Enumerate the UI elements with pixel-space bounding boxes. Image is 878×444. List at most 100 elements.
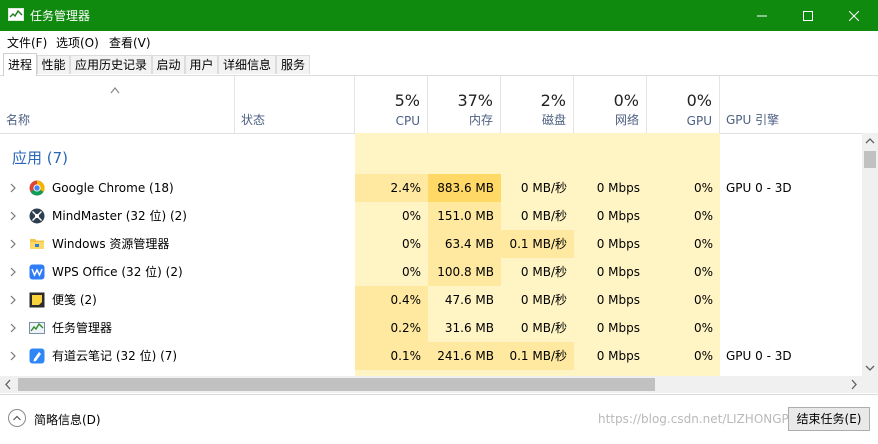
end-task-button[interactable]: 结束任务(E) — [788, 407, 870, 431]
table-row[interactable]: WPS Office (32 位) (2) 0% 100.8 MB 0 MB/秒… — [0, 258, 862, 286]
header-gpu-engine-label: GPU 引擎 — [726, 113, 780, 127]
header-gpu[interactable]: 0% GPU — [647, 76, 720, 133]
close-icon — [849, 10, 859, 21]
gpu-total: 0% — [686, 91, 712, 110]
memory-cell: 63.4 MB — [428, 230, 501, 258]
network-cell: 0 Mbps — [574, 286, 647, 314]
table-row[interactable]: Windows 资源管理器 0% 63.4 MB 0.1 MB/秒 0 Mbps… — [0, 230, 862, 258]
group-title-apps: 应用 (7) — [12, 149, 69, 167]
memory-cell: 100.8 MB — [428, 258, 501, 286]
close-button[interactable] — [831, 0, 877, 31]
chevron-up-icon — [8, 409, 26, 427]
gpu-cell: 0% — [647, 314, 720, 342]
sticky-notes-icon — [29, 292, 45, 308]
app-name: 便笺 (2) — [52, 293, 97, 307]
scrollbar-corner — [862, 376, 878, 393]
tab-startup[interactable]: 启动 — [152, 55, 185, 74]
header-network-label: 网络 — [614, 113, 639, 127]
menu-file[interactable]: 文件(F) — [7, 34, 47, 51]
gpu-cell: 0% — [647, 342, 720, 370]
vertical-scroll-thumb[interactable] — [864, 151, 876, 168]
tab-app-history[interactable]: 应用历史记录 — [70, 55, 152, 74]
network-cell: 0 Mbps — [574, 202, 647, 230]
scroll-up-icon[interactable] — [862, 133, 878, 149]
status-bar: 简略信息(D) https://blog.csdn.net/LIZHONGPIN… — [0, 394, 878, 444]
tab-details[interactable]: 详细信息 — [218, 55, 276, 74]
network-cell: 0 Mbps — [574, 258, 647, 286]
chevron-right-icon[interactable] — [9, 295, 17, 305]
gpu-cell: 0% — [647, 230, 720, 258]
gpu-engine-cell: GPU 0 - 3D — [726, 349, 792, 363]
menu-options[interactable]: 选项(O) — [56, 34, 99, 51]
cpu-cell: 0% — [355, 230, 428, 258]
memory-total: 37% — [457, 91, 493, 110]
menu-view[interactable]: 查看(V) — [109, 34, 151, 51]
network-total: 0% — [613, 91, 639, 110]
cpu-cell: 2.4% — [355, 174, 428, 202]
disk-cell: 0 MB/秒 — [501, 286, 574, 314]
folder-icon — [30, 239, 44, 249]
cpu-total: 5% — [394, 91, 420, 110]
header-gpu-engine[interactable]: GPU 引擎 — [720, 76, 878, 133]
scroll-left-icon[interactable] — [0, 376, 16, 393]
memory-cell: 151.0 MB — [428, 202, 501, 230]
chevron-right-icon[interactable] — [9, 323, 17, 333]
table-row[interactable]: Google Chrome (18) 2.4% 883.6 MB 0 MB/秒 … — [0, 174, 862, 202]
table-row[interactable]: 便笺 (2) 0.4% 47.6 MB 0 MB/秒 0 Mbps 0% — [0, 286, 862, 314]
tab-processes[interactable]: 进程 — [3, 53, 37, 76]
header-cpu[interactable]: 5% CPU — [355, 76, 428, 133]
column-headers: 名称 状态 5% CPU 37% 内存 2% 磁盘 0% 网络 0% GPU G… — [0, 76, 878, 134]
chevron-right-icon[interactable] — [9, 267, 17, 277]
sort-caret-icon — [110, 87, 120, 94]
minimize-icon — [757, 15, 767, 16]
maximize-button[interactable] — [785, 0, 831, 31]
scroll-down-icon[interactable] — [862, 360, 878, 376]
gpu-cell: 0% — [647, 202, 720, 230]
mindmaster-icon — [29, 208, 45, 224]
cpu-cell: 0.2% — [355, 314, 428, 342]
maximize-icon — [803, 10, 813, 21]
gpu-engine-cell — [726, 202, 856, 230]
horizontal-scroll-thumb[interactable] — [18, 378, 655, 391]
header-gpu-label: GPU — [686, 114, 712, 128]
tab-strip: 进程 性能 应用历史记录 启动 用户 详细信息 服务 — [0, 53, 878, 76]
scroll-right-icon[interactable] — [846, 376, 862, 393]
fewer-details-button[interactable]: 简略信息(D) — [8, 408, 118, 430]
table-row[interactable]: MindMaster (32 位) (2) 0% 151.0 MB 0 MB/秒… — [0, 202, 862, 230]
cpu-cell: 0.4% — [355, 286, 428, 314]
minimize-button[interactable] — [739, 0, 785, 31]
horizontal-scrollbar[interactable] — [0, 376, 862, 393]
tab-services[interactable]: 服务 — [276, 55, 310, 74]
table-row[interactable]: 有道云笔记 (32 位) (7) 0.1% 241.6 MB 0.1 MB/秒 … — [0, 342, 862, 370]
app-name: MindMaster (32 位) (2) — [52, 209, 187, 223]
chevron-right-icon[interactable] — [9, 183, 17, 193]
header-status[interactable]: 状态 — [235, 76, 355, 133]
chevron-right-icon[interactable] — [9, 351, 17, 361]
chevron-right-icon[interactable] — [9, 239, 17, 249]
cpu-cell: 0.1% — [355, 342, 428, 370]
disk-cell: 0.1 MB/秒 — [501, 230, 574, 258]
task-manager-icon — [29, 322, 45, 334]
cpu-cell: 0% — [355, 202, 428, 230]
tab-performance[interactable]: 性能 — [37, 55, 70, 74]
app-name: Windows 资源管理器 — [52, 237, 170, 251]
gpu-cell: 0% — [647, 258, 720, 286]
header-network[interactable]: 0% 网络 — [574, 76, 647, 133]
vertical-scrollbar[interactable] — [862, 133, 878, 376]
gpu-cell: 0% — [647, 286, 720, 314]
header-name[interactable]: 名称 — [0, 76, 235, 133]
network-cell: 0 Mbps — [574, 174, 647, 202]
memory-cell: 241.6 MB — [428, 342, 501, 370]
chrome-icon — [29, 180, 45, 196]
cpu-cell: 0% — [355, 258, 428, 286]
process-list: 应用 (7) Google Chrome (18) 2.4% 883.6 MB … — [0, 133, 878, 376]
menu-bar: 文件(F) 选项(O) 查看(V) — [0, 31, 878, 52]
tab-users[interactable]: 用户 — [185, 55, 218, 74]
header-memory[interactable]: 37% 内存 — [428, 76, 501, 133]
app-name: 有道云笔记 (32 位) (7) — [52, 349, 178, 363]
header-disk[interactable]: 2% 磁盘 — [501, 76, 574, 133]
memory-cell: 883.6 MB — [428, 174, 501, 202]
task-manager-icon — [8, 8, 24, 22]
chevron-right-icon[interactable] — [9, 211, 17, 221]
table-row[interactable]: 任务管理器 0.2% 31.6 MB 0 MB/秒 0 Mbps 0% — [0, 314, 862, 342]
